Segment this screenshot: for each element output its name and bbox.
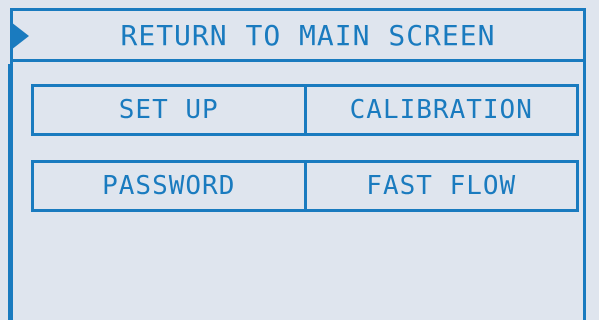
menu-row-2: PASSWORD FAST FLOW [31, 160, 579, 212]
left-edge-marker [8, 64, 11, 320]
calibration-button[interactable]: CALIBRATION [303, 87, 577, 133]
fast-flow-button[interactable]: FAST FLOW [303, 163, 577, 209]
return-to-main-screen-button[interactable]: RETURN TO MAIN SCREEN [10, 8, 599, 62]
setup-button[interactable]: SET UP [34, 87, 304, 133]
password-button[interactable]: PASSWORD [34, 163, 304, 209]
menu-row-1: SET UP CALIBRATION [31, 84, 579, 136]
menu-screen: RETURN TO MAIN SCREEN SET UP CALIBRATION… [0, 0, 599, 320]
